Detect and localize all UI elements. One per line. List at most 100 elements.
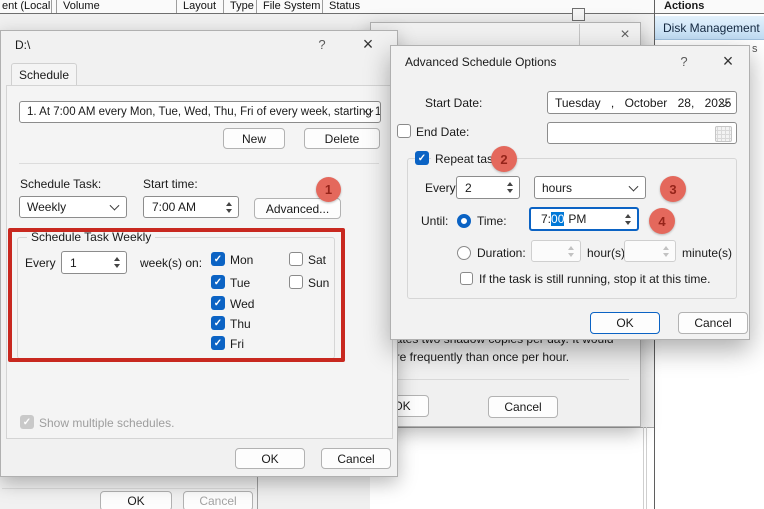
until-time-spinner[interactable]: 7:00PM: [529, 207, 639, 231]
checkbox-thu[interactable]: ✓: [211, 316, 225, 330]
dialog-title: D:\: [15, 38, 30, 52]
start-time-value: 7:00 AM: [152, 200, 196, 214]
schedule-task-label: Schedule Task:: [20, 177, 101, 191]
advanced-ok-button[interactable]: OK: [590, 312, 660, 334]
schedule-dialog: D:\ ? × Schedule 1. At 7:00 AM every Mon…: [0, 30, 398, 477]
help-icon[interactable]: ?: [675, 53, 693, 71]
spinner-up-icon[interactable]: [507, 182, 513, 186]
tree-header-fragment[interactable]: ent (Local: [0, 0, 52, 13]
column-header-type[interactable]: Type: [223, 0, 254, 13]
divider: [19, 163, 379, 164]
check-icon: ✓: [214, 298, 222, 309]
every-label: Every: [25, 256, 56, 270]
tab-schedule[interactable]: Schedule: [11, 63, 77, 86]
divider: [2, 488, 255, 489]
close-icon[interactable]: ×: [613, 25, 637, 45]
dialog-title: Advanced Schedule Options: [405, 55, 556, 69]
spinner-down-icon: [663, 253, 669, 257]
new-button[interactable]: New: [223, 128, 285, 149]
spinner-up-icon: [568, 246, 574, 250]
column-header-volume[interactable]: Volume: [56, 0, 174, 13]
show-multiple-schedules-checkbox[interactable]: ✓: [20, 415, 34, 429]
settings-window-edge: [579, 24, 580, 45]
close-icon[interactable]: ×: [717, 50, 739, 72]
chevron-down-icon: [629, 181, 639, 191]
spinner-up-icon[interactable]: [625, 214, 631, 218]
checkbox-tue-label: Tue: [230, 276, 250, 290]
checkbox-mon-label: Mon: [230, 253, 253, 267]
start-time-spinner[interactable]: 7:00 AM: [143, 196, 239, 218]
advanced-cancel-button[interactable]: Cancel: [678, 312, 748, 334]
chevron-down-icon: [110, 201, 120, 211]
column-header-status[interactable]: Status: [322, 0, 376, 13]
annotation-badge-4: 4: [649, 208, 675, 234]
check-icon: ✓: [214, 254, 222, 265]
spinner-up-icon[interactable]: [114, 257, 120, 261]
interval-unit-value: hours: [542, 181, 572, 195]
schedule-task-combobox[interactable]: Weekly: [19, 196, 127, 218]
time-value-prefix: 7:: [541, 212, 551, 226]
duration-minutes-spinner[interactable]: [624, 240, 676, 262]
repeat-every-spinner[interactable]: 2: [456, 176, 520, 199]
every-weeks-value: 1: [70, 256, 77, 270]
annotation-badge-3: 3: [660, 176, 686, 202]
checkbox-wed[interactable]: ✓: [211, 296, 225, 310]
weeks-on-label: week(s) on:: [140, 256, 202, 270]
check-icon: ✓: [214, 277, 222, 288]
every-weeks-spinner[interactable]: 1: [61, 251, 127, 274]
column-header-layout[interactable]: Layout: [176, 0, 221, 13]
column-header-filesystem[interactable]: File System: [256, 0, 320, 13]
spinner-down-icon[interactable]: [625, 221, 631, 225]
settings-cancel-button[interactable]: Cancel: [488, 396, 558, 418]
annotation-badge-2: 2: [491, 146, 517, 172]
until-time-radio[interactable]: [457, 214, 471, 228]
spinner-down-icon[interactable]: [507, 189, 513, 193]
time-value-selected: 00: [551, 212, 564, 226]
end-date-field[interactable]: [547, 122, 737, 144]
delete-button[interactable]: Delete: [304, 128, 380, 149]
checkbox-tue[interactable]: ✓: [211, 275, 225, 289]
calendar-icon[interactable]: [715, 126, 732, 142]
spinner-down-icon: [568, 253, 574, 257]
duration-hours-spinner[interactable]: [531, 240, 581, 262]
scrollbar-edge-2[interactable]: [646, 427, 647, 509]
checkbox-mon[interactable]: ✓: [211, 252, 225, 266]
start-date-combobox[interactable]: Tuesday , October 28, 2025: [547, 91, 737, 114]
spinner-down-icon[interactable]: [114, 264, 120, 268]
minutes-suffix-label: minute(s): [682, 246, 732, 260]
schedule-list-combobox[interactable]: 1. At 7:00 AM every Mon, Tue, Wed, Thu, …: [19, 101, 381, 123]
screen: ent (Local Volume Layout Type File Syste…: [0, 0, 764, 509]
check-icon: ✓: [214, 318, 222, 329]
actions-clipped-text: s: [752, 43, 758, 55]
checkbox-sat[interactable]: [289, 252, 303, 266]
check-icon: ✓: [418, 153, 426, 164]
until-duration-radio[interactable]: [457, 246, 471, 260]
properties-cancel-button[interactable]: Cancel: [183, 491, 253, 509]
help-icon[interactable]: ?: [313, 36, 331, 54]
check-icon: ✓: [23, 417, 31, 428]
checkbox-fri-label: Fri: [230, 337, 244, 351]
check-icon: ✓: [214, 338, 222, 349]
scrollbar-edge[interactable]: [643, 427, 644, 509]
repeat-every-label: Every:: [425, 181, 459, 195]
settings-info-text: more frequently than once per hour.: [379, 350, 569, 364]
console-header-row: ent (Local Volume Layout Type File Syste…: [0, 0, 654, 14]
properties-ok-button[interactable]: OK: [100, 491, 172, 509]
annotation-badge-1: 1: [316, 177, 341, 202]
schedule-cancel-button[interactable]: Cancel: [321, 448, 391, 469]
start-date-label: Start Date:: [425, 96, 482, 110]
group-title: Schedule Task Weekly: [27, 230, 155, 244]
until-duration-label: Duration:: [477, 246, 526, 260]
schedule-ok-button[interactable]: OK: [235, 448, 305, 469]
spinner-down-icon[interactable]: [226, 209, 232, 213]
checkbox-fri[interactable]: ✓: [211, 336, 225, 350]
actions-item-disk-management[interactable]: Disk Management: [655, 15, 764, 40]
end-date-checkbox[interactable]: [397, 124, 411, 138]
interval-unit-combobox[interactable]: hours: [534, 176, 646, 199]
repeat-task-checkbox[interactable]: ✓: [415, 151, 429, 165]
close-icon[interactable]: ×: [357, 33, 379, 55]
checkbox-sun[interactable]: [289, 275, 303, 289]
schedule-task-value: Weekly: [27, 200, 66, 214]
spinner-up-icon[interactable]: [226, 202, 232, 206]
stop-task-checkbox[interactable]: [460, 272, 473, 285]
